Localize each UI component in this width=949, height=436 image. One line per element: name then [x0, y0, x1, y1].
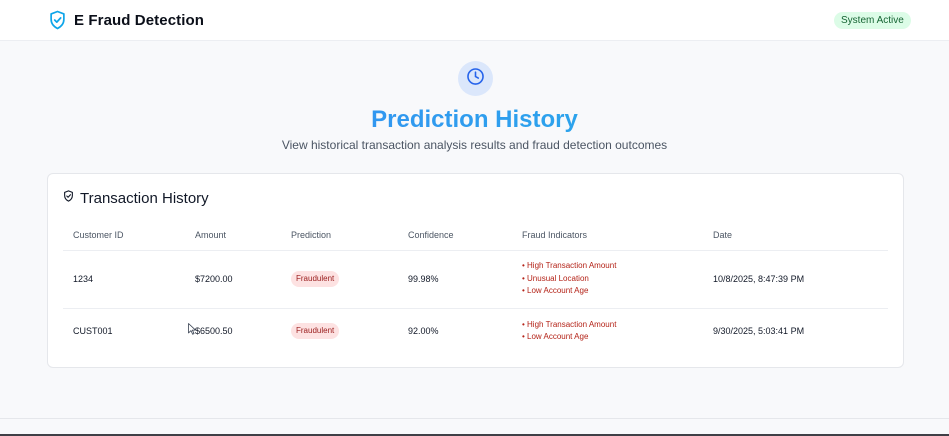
top-navbar: E Fraud Detection System Active: [0, 0, 949, 41]
transaction-history-table: Customer ID Amount Prediction Confidence…: [63, 220, 888, 354]
fraud-indicator: High Transaction Amount: [522, 260, 703, 273]
page-title: Prediction History: [0, 104, 949, 136]
confidence-cell: 92.00%: [408, 326, 439, 337]
table-row[interactable]: 1234 $7200.00 Fraudulent 99.98% High Tra…: [63, 250, 888, 309]
column-header-fraud-indicators[interactable]: Fraud Indicators: [512, 220, 703, 251]
customer-id-cell: 1234: [63, 250, 185, 309]
shield-check-icon: [49, 10, 66, 30]
fraud-indicator: High Transaction Amount: [522, 319, 703, 332]
column-header-prediction[interactable]: Prediction: [281, 220, 398, 251]
mouse-cursor-icon: [188, 322, 196, 335]
fraud-indicator: Low Account Age: [522, 285, 703, 298]
column-header-customer-id[interactable]: Customer ID: [63, 220, 185, 251]
amount-cell: $7200.00: [185, 250, 281, 309]
fraud-indicator-list: High Transaction Amount Low Account Age: [522, 319, 703, 344]
footer-divider: [0, 418, 949, 419]
system-status-badge: System Active: [834, 12, 911, 29]
confidence-cell: 99.98%: [398, 250, 512, 309]
table-row[interactable]: CUST001 $6500.50 Fraudulent 92.00% High …: [63, 308, 888, 354]
customer-id-cell: CUST001: [73, 326, 113, 337]
column-header-confidence[interactable]: Confidence: [398, 220, 512, 251]
app-title: E Fraud Detection: [74, 11, 205, 29]
page-subtitle: View historical transaction analysis res…: [281, 138, 668, 152]
amount-cell: $6500.50: [195, 326, 233, 337]
prediction-cell: Fraudulent: [281, 308, 398, 354]
fraud-indicator-list: High Transaction Amount Unusual Location…: [522, 260, 703, 298]
column-header-date[interactable]: Date: [703, 220, 888, 251]
column-header-amount[interactable]: Amount: [185, 220, 281, 251]
fraud-indicators-cell: High Transaction Amount Low Account Age: [512, 308, 703, 354]
prediction-badge: Fraudulent: [291, 323, 340, 340]
history-hero-icon-circle: [458, 61, 493, 96]
transaction-history-card: Transaction History Customer ID Amount P…: [47, 173, 904, 368]
prediction-cell: Fraudulent: [281, 250, 398, 309]
brand[interactable]: E Fraud Detection: [49, 10, 204, 30]
prediction-badge: Fraudulent: [291, 271, 340, 287]
fraud-indicator: Low Account Age: [522, 331, 703, 344]
date-cell: 9/30/2025, 5:03:41 PM: [713, 326, 805, 337]
date-cell: 10/8/2025, 8:47:39 PM: [703, 250, 888, 309]
card-title: Transaction History: [80, 189, 209, 207]
clock-icon: [466, 67, 485, 91]
table-header-row: Customer ID Amount Prediction Confidence…: [63, 220, 888, 251]
fraud-indicators-cell: High Transaction Amount Unusual Location…: [512, 250, 703, 309]
fraud-indicator: Unusual Location: [522, 273, 703, 286]
card-header: Transaction History: [63, 189, 209, 207]
shield-check-icon: [63, 189, 74, 207]
